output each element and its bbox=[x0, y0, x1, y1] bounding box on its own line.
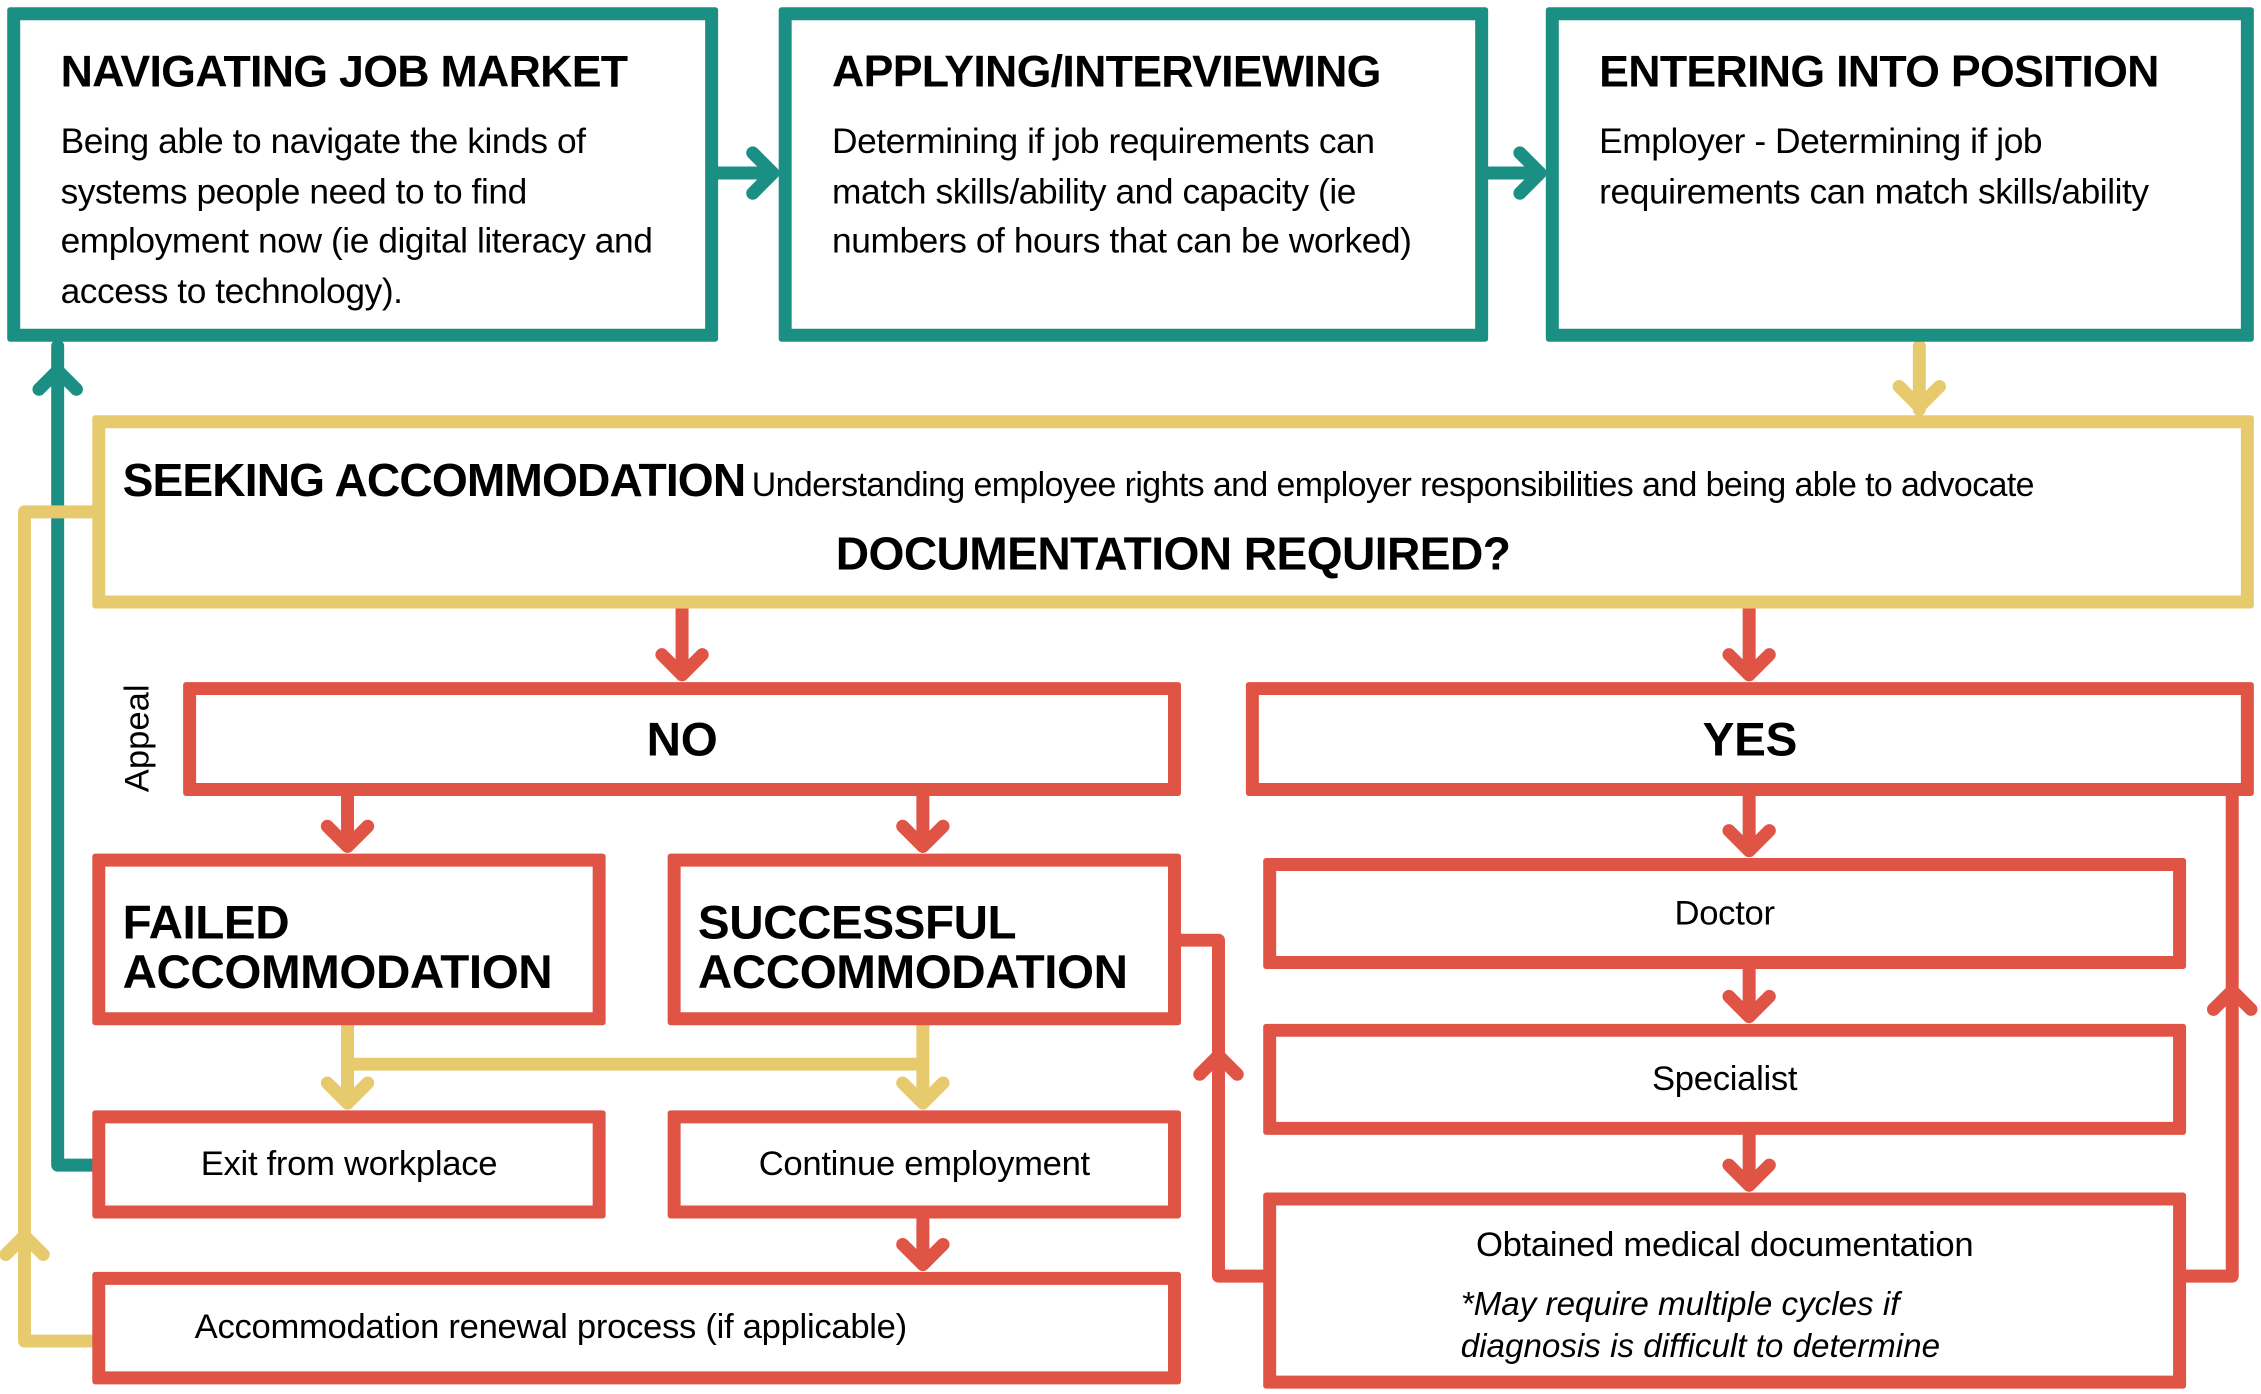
arrow-seeking-to-yes bbox=[1722, 602, 1776, 682]
accommodation-renewal: Accommodation renewal process (if applic… bbox=[92, 1271, 1181, 1385]
arrow-nav-to-apply bbox=[711, 146, 780, 200]
specialist: Specialist bbox=[1263, 1023, 2187, 1135]
continue-employment: Continue employment bbox=[667, 1110, 1181, 1219]
seeking-accommodation: SEEKING ACCOMMODATION Understanding empl… bbox=[92, 415, 2254, 609]
documentation-question: DOCUMENTATION REQUIRED? bbox=[835, 527, 1511, 580]
stage-body: Determining if job requirements can matc… bbox=[832, 122, 1412, 262]
stage-entering-into-position: ENTERING INTO POSITION Employer - Determ… bbox=[1545, 7, 2254, 342]
appeal-label: Appeal bbox=[118, 684, 158, 793]
arrow-specialist-to-obtained bbox=[1722, 1128, 1776, 1192]
stage-title: NAVIGATING JOB MARKET bbox=[60, 46, 629, 97]
no-box: NO bbox=[183, 682, 1181, 796]
stage-title: APPLYING/INTERVIEWING bbox=[832, 46, 1381, 97]
arrow-no-to-failed bbox=[320, 789, 375, 853]
doctor: Doctor bbox=[1263, 857, 2187, 970]
seeking-subtitle: Understanding employee rights and employ… bbox=[751, 465, 2035, 504]
arrow-successful-to-obtained bbox=[1174, 933, 1270, 1283]
obtained-medical-documentation: Obtained medical documentation *May requ… bbox=[1263, 1192, 2187, 1389]
arrow-doctor-to-specialist bbox=[1722, 962, 1776, 1024]
arrow-successful-to-continue bbox=[341, 1018, 950, 1110]
obtained-title: Obtained medical documentation bbox=[1475, 1225, 1974, 1265]
arrow-obtained-to-yes bbox=[2179, 789, 2258, 1283]
arrow-continue-to-renewal bbox=[896, 1212, 950, 1272]
exit-from-workplace: Exit from workplace bbox=[92, 1110, 606, 1219]
stage-applying-interviewing: APPLYING/INTERVIEWING Determining if job… bbox=[778, 7, 1489, 342]
failed-accommodation: FAILED ACCOMMODATION bbox=[92, 853, 606, 1026]
arrow-renewal-to-seeking bbox=[0, 505, 99, 1348]
arrow-seeking-to-no bbox=[655, 602, 709, 682]
obtained-note: *May require multiple cycles if diagnosi… bbox=[1460, 1284, 1941, 1365]
stage-title: ENTERING INTO POSITION bbox=[1599, 46, 2159, 97]
arrow-yes-to-doctor bbox=[1722, 789, 1776, 858]
flowchart: NAVIGATING JOB MARKET Being able to navi… bbox=[0, 0, 2261, 1394]
successful-accommodation: SUCCESSFUL ACCOMMODATION bbox=[667, 853, 1181, 1026]
arrow-exit-to-nav bbox=[32, 339, 99, 1172]
arrow-apply-to-enter bbox=[1481, 146, 1547, 200]
arrow-no-to-successful bbox=[896, 789, 950, 853]
stage-body: Being able to navigate the kinds of syst… bbox=[60, 122, 653, 311]
yes-box: YES bbox=[1245, 682, 2254, 796]
arrow-enter-to-seeking bbox=[1892, 339, 1946, 417]
seeking-title: SEEKING ACCOMMODATION bbox=[122, 454, 747, 507]
stage-body: Employer - Determining if job requiremen… bbox=[1599, 122, 2149, 212]
stage-navigating-job-market: NAVIGATING JOB MARKET Being able to navi… bbox=[7, 7, 719, 342]
